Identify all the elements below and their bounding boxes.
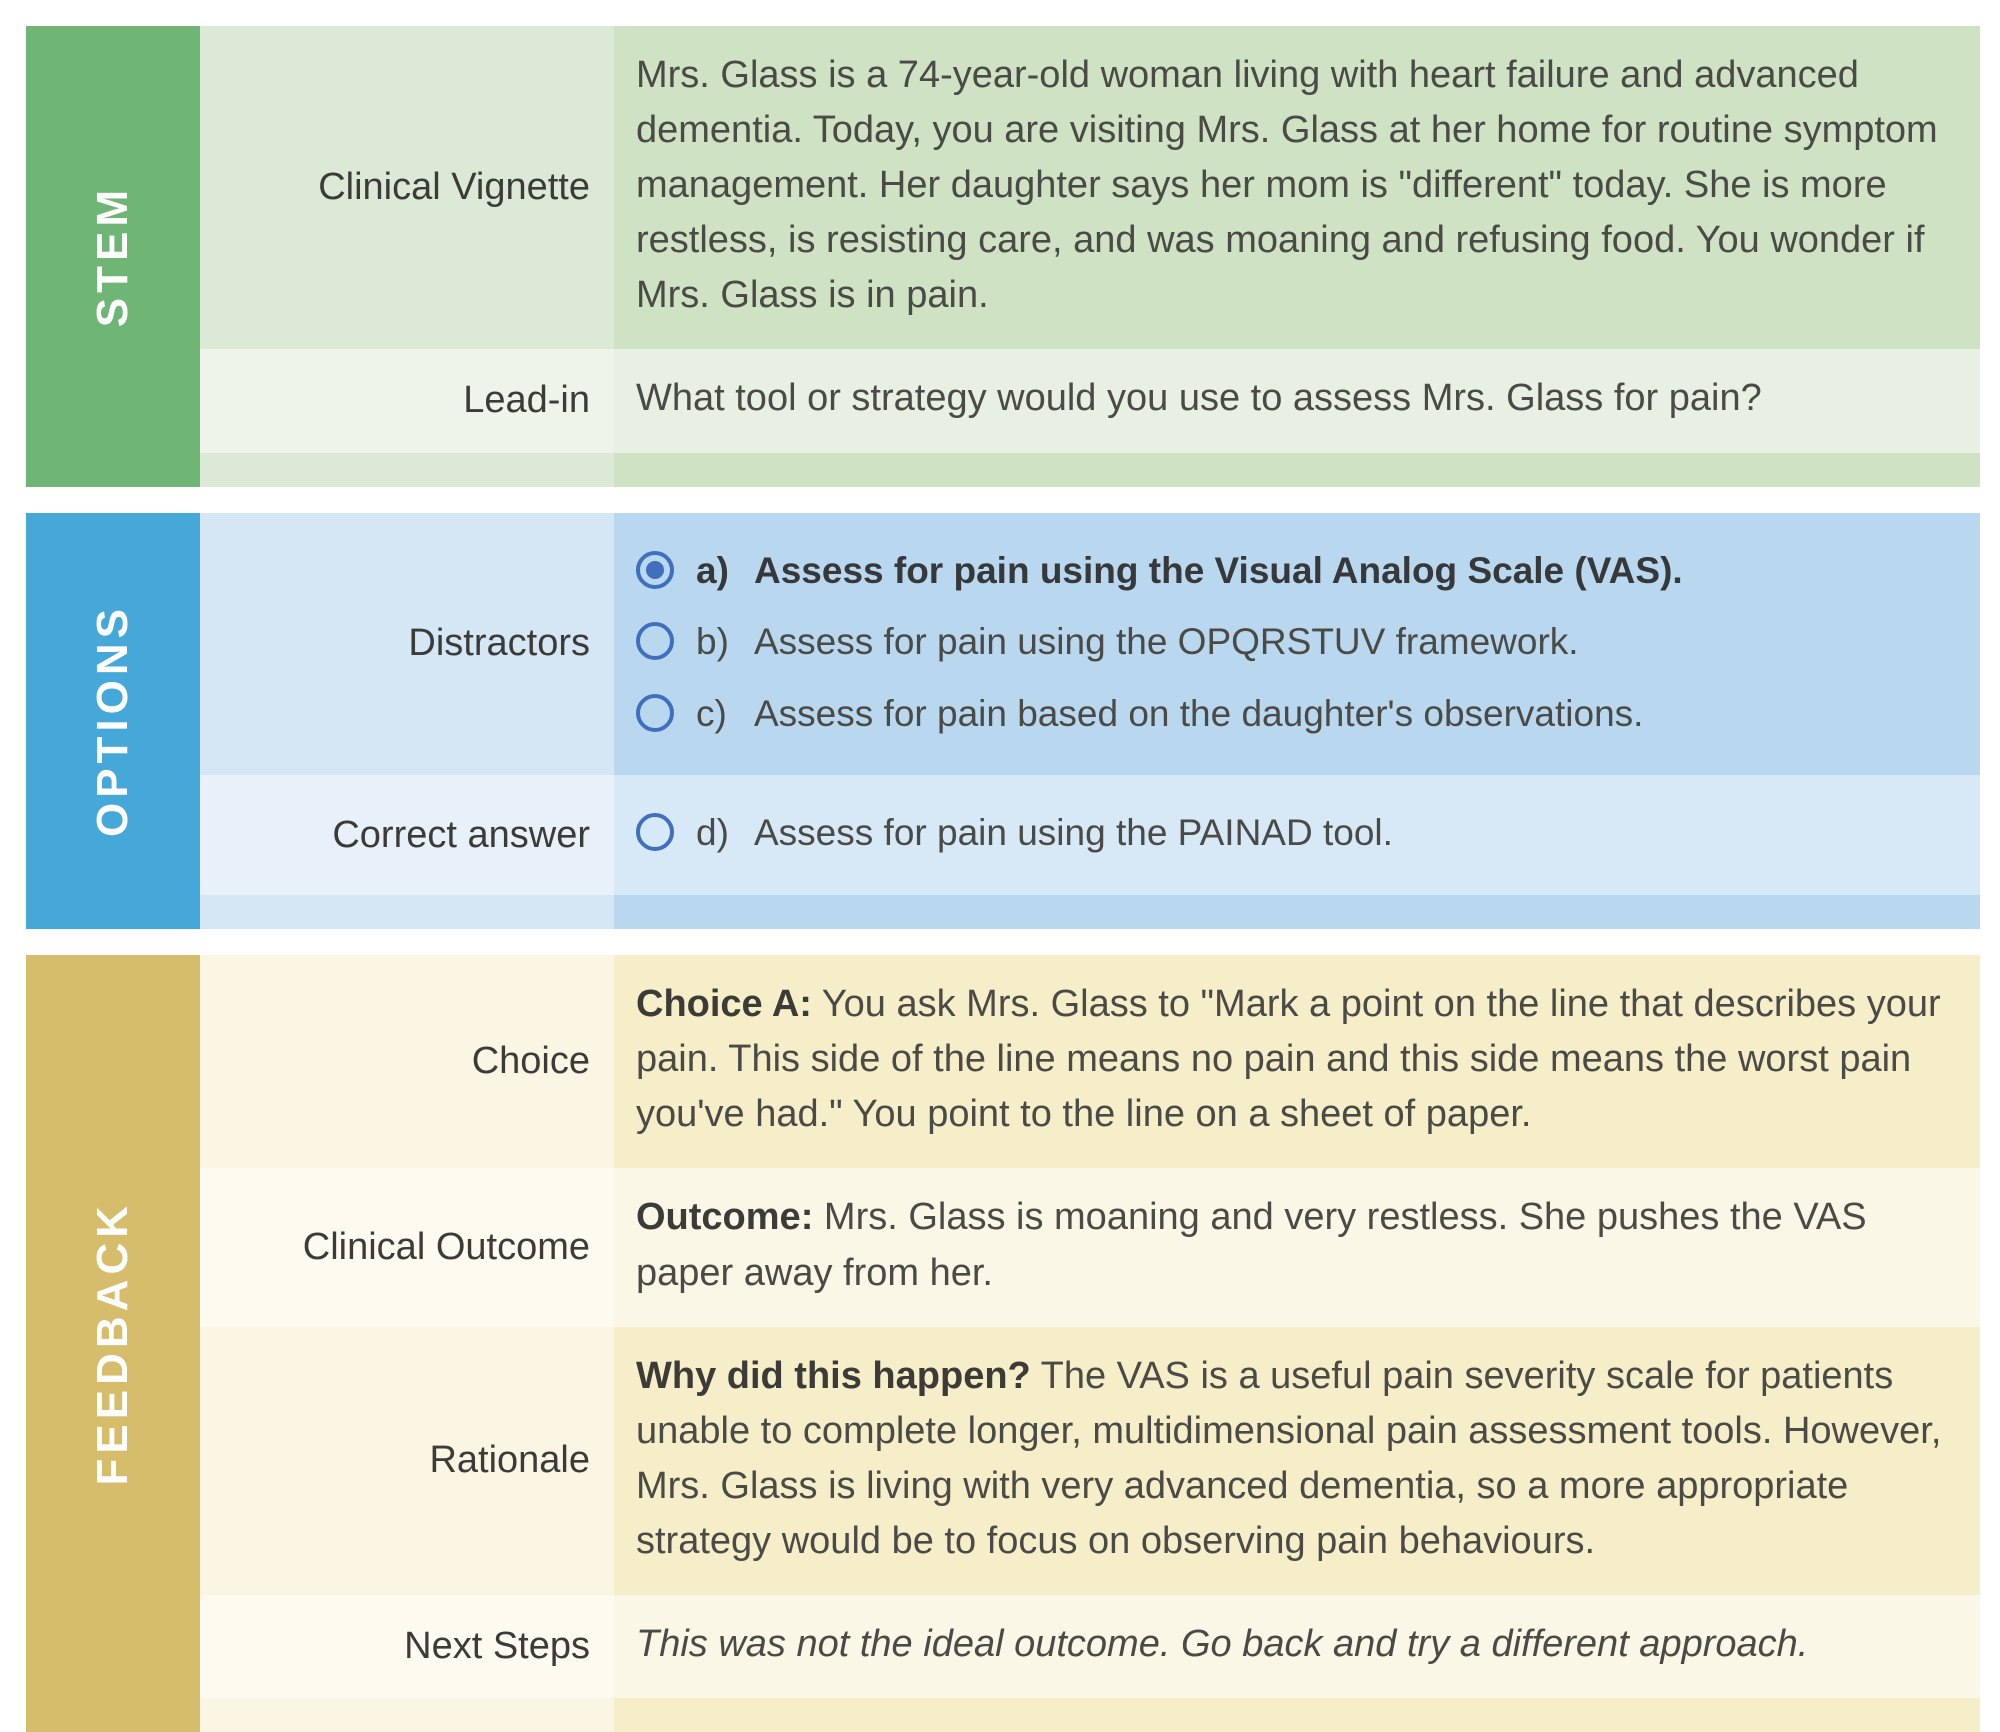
radio-button-b-icon[interactable] [636, 622, 674, 661]
option-a-letter: a) [696, 549, 729, 591]
feedback-tab-label: FEEDBACK [88, 1201, 137, 1486]
choice-label: Choice [200, 955, 614, 1169]
choice-row: Choice Choice A: You ask Mrs. Glass to "… [200, 955, 1980, 1169]
option-b-text: Assess for pain using the OPQRSTUV frame… [754, 621, 1579, 663]
stem-section-body: Clinical Vignette Mrs. Glass is a 74-yea… [200, 26, 1980, 487]
clinical-vignette-row: Clinical Vignette Mrs. Glass is a 74-yea… [200, 26, 1980, 350]
stem-bottom-spacer [200, 452, 1980, 487]
feedback-spacer-left [200, 1698, 614, 1732]
radio-button-a-icon[interactable] [636, 550, 674, 589]
rationale-lead: Why did this happen? [636, 1354, 1031, 1397]
next-steps-row: Next Steps This was not the ideal outcom… [200, 1594, 1980, 1699]
options-spacer-right [614, 895, 1980, 930]
choice-text: Choice A: You ask Mrs. Glass to "Mark a … [614, 955, 1980, 1169]
clinical-vignette-label: Clinical Vignette [200, 26, 614, 350]
rationale-row: Rationale Why did this happen? The VAS i… [200, 1326, 1980, 1595]
distractors-label: Distractors [200, 512, 614, 776]
feedback-bottom-spacer [200, 1698, 1980, 1732]
lead-in-label: Lead-in [200, 349, 614, 453]
options-section: OPTIONS Distractors a) Assess for pain u… [26, 512, 1980, 930]
option-c[interactable]: c) Assess for pain based on the daughter… [636, 678, 1954, 750]
options-section-tab: OPTIONS [26, 512, 200, 930]
outcome-body: Mrs. Glass is moaning and very restless.… [636, 1196, 1867, 1294]
radio-button-d-icon[interactable] [636, 813, 674, 852]
option-b[interactable]: b) Assess for pain using the OPQRSTUV fr… [636, 606, 1954, 678]
option-c-text: Assess for pain based on the daughter's … [754, 692, 1644, 734]
option-b-letter: b) [696, 621, 729, 663]
stem-tab-label: STEM [88, 185, 137, 328]
choice-body: You ask Mrs. Glass to "Mark a point on t… [636, 983, 1941, 1136]
option-a[interactable]: a) Assess for pain using the Visual Anal… [636, 535, 1954, 607]
option-d[interactable]: d) Assess for pain using the PAINAD tool… [636, 797, 1954, 869]
lead-in-row: Lead-in What tool or strategy would you … [200, 349, 1980, 453]
option-a-text: Assess for pain using the Visual Analog … [754, 549, 1683, 591]
rationale-label: Rationale [200, 1326, 614, 1595]
stem-spacer-right [614, 452, 1980, 487]
feedback-section-tab: FEEDBACK [26, 955, 200, 1732]
options-tab-label: OPTIONS [88, 604, 137, 838]
outcome-lead: Outcome: [636, 1196, 814, 1239]
option-d-letter: d) [696, 812, 729, 854]
clinical-outcome-row: Clinical Outcome Outcome: Mrs. Glass is … [200, 1168, 1980, 1327]
option-d-text: Assess for pain using the PAINAD tool. [754, 812, 1393, 854]
next-steps-label: Next Steps [200, 1594, 614, 1699]
stem-section-tab: STEM [26, 26, 200, 487]
clinical-outcome-label: Clinical Outcome [200, 1168, 614, 1327]
distractors-row: Distractors a) Assess for pain using the… [200, 512, 1980, 776]
choice-lead: Choice A: [636, 983, 812, 1026]
question-card-page: STEM Clinical Vignette Mrs. Glass is a 7… [0, 0, 2000, 1732]
feedback-section: FEEDBACK Choice Choice A: You ask Mrs. G… [26, 955, 1980, 1732]
option-c-letter: c) [696, 692, 727, 734]
stem-section: STEM Clinical Vignette Mrs. Glass is a 7… [26, 26, 1980, 487]
feedback-spacer-right [614, 1698, 1980, 1732]
options-section-body: Distractors a) Assess for pain using the… [200, 512, 1980, 930]
correct-answer-label: Correct answer [200, 775, 614, 896]
lead-in-text: What tool or strategy would you use to a… [614, 349, 1980, 453]
options-bottom-spacer [200, 895, 1980, 930]
clinical-vignette-text: Mrs. Glass is a 74-year-old woman living… [614, 26, 1980, 350]
correct-answer-row: Correct answer d) Assess for pain using … [200, 775, 1980, 896]
options-spacer-left [200, 895, 614, 930]
next-steps-text: This was not the ideal outcome. Go back … [614, 1594, 1980, 1699]
feedback-section-body: Choice Choice A: You ask Mrs. Glass to "… [200, 955, 1980, 1732]
distractor-choices: a) Assess for pain using the Visual Anal… [614, 512, 1980, 776]
correct-answer-choice: d) Assess for pain using the PAINAD tool… [614, 775, 1980, 896]
radio-button-c-icon[interactable] [636, 693, 674, 732]
stem-spacer-left [200, 452, 614, 487]
clinical-outcome-text: Outcome: Mrs. Glass is moaning and very … [614, 1168, 1980, 1327]
rationale-text: Why did this happen? The VAS is a useful… [614, 1326, 1980, 1595]
